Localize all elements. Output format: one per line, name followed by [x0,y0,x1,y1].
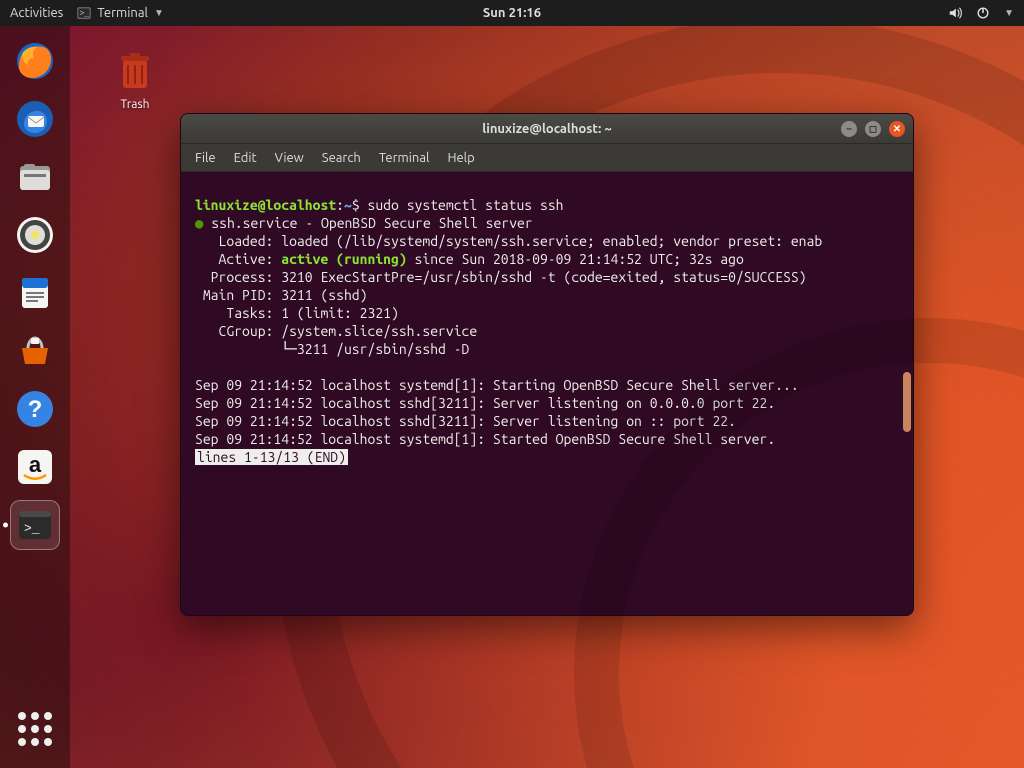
terminal-body[interactable]: linuxize@localhost:~$ sudo systemctl sta… [181,172,913,615]
prompt-path: ~ [344,197,352,213]
service-line: ssh.service - OpenBSD Secure Shell serve… [211,215,532,231]
cgroup-line2: └─3211 /usr/sbin/sshd -D [195,341,469,357]
mainpid-line: Main PID: 3211 (sshd) [195,287,367,303]
dock-item-rhythmbox[interactable] [10,210,60,260]
log-line: Sep 09 21:14:52 localhost systemd[1]: St… [195,431,775,447]
svg-text:?: ? [28,396,43,423]
dock-item-amazon[interactable]: a [10,442,60,492]
menu-help[interactable]: Help [447,151,474,165]
dock-item-writer[interactable] [10,268,60,318]
apps-grid-button[interactable] [10,704,60,754]
trash-desktop-icon[interactable]: Trash [100,46,170,111]
active-status: active (running) [281,251,406,267]
window-title: linuxize@localhost: ~ [482,122,611,136]
prompt-sep: : [336,197,344,213]
menu-edit[interactable]: Edit [234,151,257,165]
dock-item-software[interactable] [10,326,60,376]
window-menubar: File Edit View Search Terminal Help [181,144,913,172]
firefox-icon [14,40,56,82]
music-icon [14,214,56,256]
trash-icon [111,46,159,94]
app-menu-label: Terminal [97,6,148,20]
chevron-down-icon[interactable]: ▼ [1004,7,1014,19]
dock-item-files[interactable] [10,152,60,202]
prompt-sym: $ [352,197,360,213]
software-icon [14,330,56,372]
log-line: Sep 09 21:14:52 localhost systemd[1]: St… [195,377,799,393]
log-line: Sep 09 21:14:52 localhost sshd[3211]: Se… [195,395,775,411]
writer-icon [14,272,56,314]
log-line: Sep 09 21:14:52 localhost sshd[3211]: Se… [195,413,736,429]
chevron-down-icon: ▼ [154,7,164,19]
power-icon[interactable] [976,6,990,20]
menu-file[interactable]: File [195,151,216,165]
menu-view[interactable]: View [275,151,304,165]
thunderbird-icon [14,98,56,140]
cgroup-line: CGroup: /system.slice/ssh.service [195,323,477,339]
svg-text:a: a [29,452,42,477]
trash-label: Trash [100,98,170,111]
dock-item-thunderbird[interactable] [10,94,60,144]
svg-text:>_: >_ [24,521,40,536]
window-titlebar[interactable]: linuxize@localhost: ~ – ◻ ✕ [181,114,913,144]
status-dot-icon: ● [195,215,203,231]
app-menu[interactable]: >_ Terminal ▼ [77,6,164,20]
window-maximize-button[interactable]: ◻ [865,121,881,137]
loaded-line: Loaded: loaded (/lib/systemd/system/ssh.… [195,233,822,249]
menu-search[interactable]: Search [322,151,361,165]
dock: ? a >_ [0,26,70,768]
menu-terminal[interactable]: Terminal [379,151,430,165]
prompt-user: linuxize@localhost [195,197,336,213]
dock-item-help[interactable]: ? [10,384,60,434]
pager-status: lines 1-13/13 (END) [195,449,348,465]
command-text: sudo systemctl status ssh [368,197,564,213]
active-label: Active: [195,251,281,267]
volume-icon[interactable] [948,6,962,20]
amazon-icon: a [14,446,56,488]
tasks-line: Tasks: 1 (limit: 2321) [195,305,399,321]
help-icon: ? [14,388,56,430]
svg-text:>_: >_ [80,10,90,19]
clock[interactable]: Sun 21:16 [483,6,541,20]
terminal-window: linuxize@localhost: ~ – ◻ ✕ File Edit Vi… [180,113,914,616]
activities-button[interactable]: Activities [10,6,63,20]
terminal-icon: >_ [77,6,91,20]
terminal-icon: >_ [14,504,56,546]
top-bar: Activities >_ Terminal ▼ Sun 21:16 ▼ [0,0,1024,26]
dock-item-firefox[interactable] [10,36,60,86]
process-line: Process: 3210 ExecStartPre=/usr/sbin/ssh… [195,269,807,285]
window-close-button[interactable]: ✕ [889,121,905,137]
dock-item-terminal[interactable]: >_ [10,500,60,550]
files-icon [14,156,56,198]
window-minimize-button[interactable]: – [841,121,857,137]
active-rest: since Sun 2018-09-09 21:14:52 UTC; 32s a… [407,251,744,267]
scrollbar-thumb[interactable] [903,372,911,432]
